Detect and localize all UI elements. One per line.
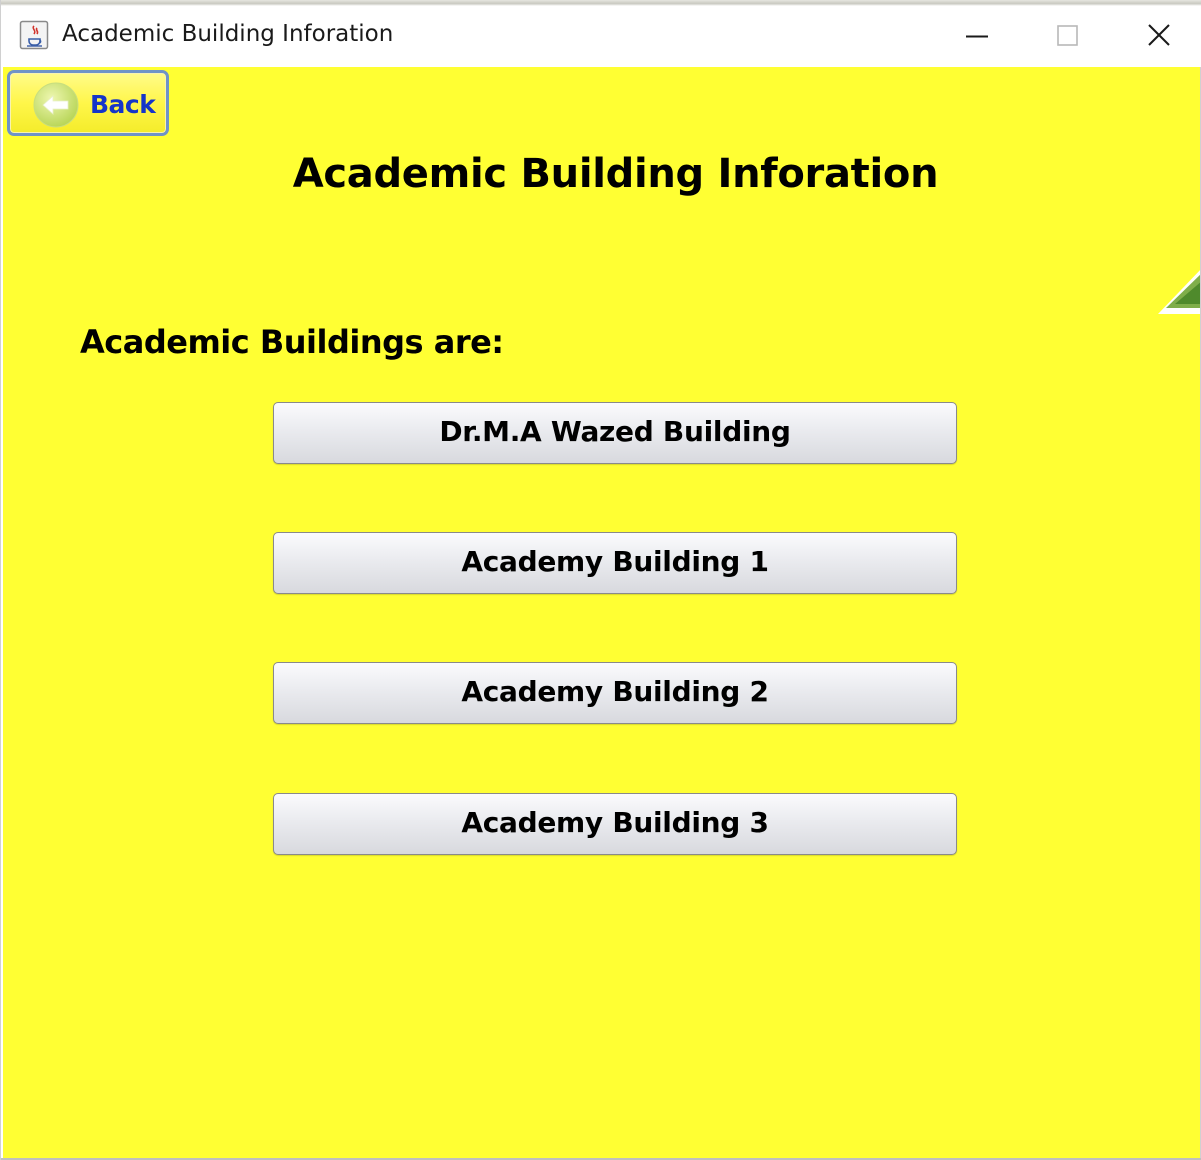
java-cup-icon [19,20,49,50]
minimize-button[interactable] [931,6,1023,67]
arrow-left-icon [32,81,80,129]
back-button[interactable]: Back [7,70,169,136]
close-button[interactable] [1111,6,1201,67]
title-bar[interactable]: Academic Building Inforation [1,6,1201,67]
window-title: Academic Building Inforation [62,21,394,47]
app-window: Academic Building Inforation Back Academ… [0,0,1201,1160]
section-label: Academic Buildings are: [80,323,504,361]
decorative-arrow-fragment [1153,262,1200,322]
building-button-academy-1[interactable]: Academy Building 1 [273,532,957,594]
building-button-academy-2[interactable]: Academy Building 2 [273,662,957,724]
back-label: Back [90,90,156,119]
maximize-button[interactable] [1021,6,1113,67]
page-title: Academic Building Inforation [292,151,939,197]
building-button-academy-3[interactable]: Academy Building 3 [273,793,957,855]
building-button-wazed[interactable]: Dr.M.A Wazed Building [273,402,957,464]
content-panel: Back Academic Building Inforation Academ… [3,67,1200,1158]
